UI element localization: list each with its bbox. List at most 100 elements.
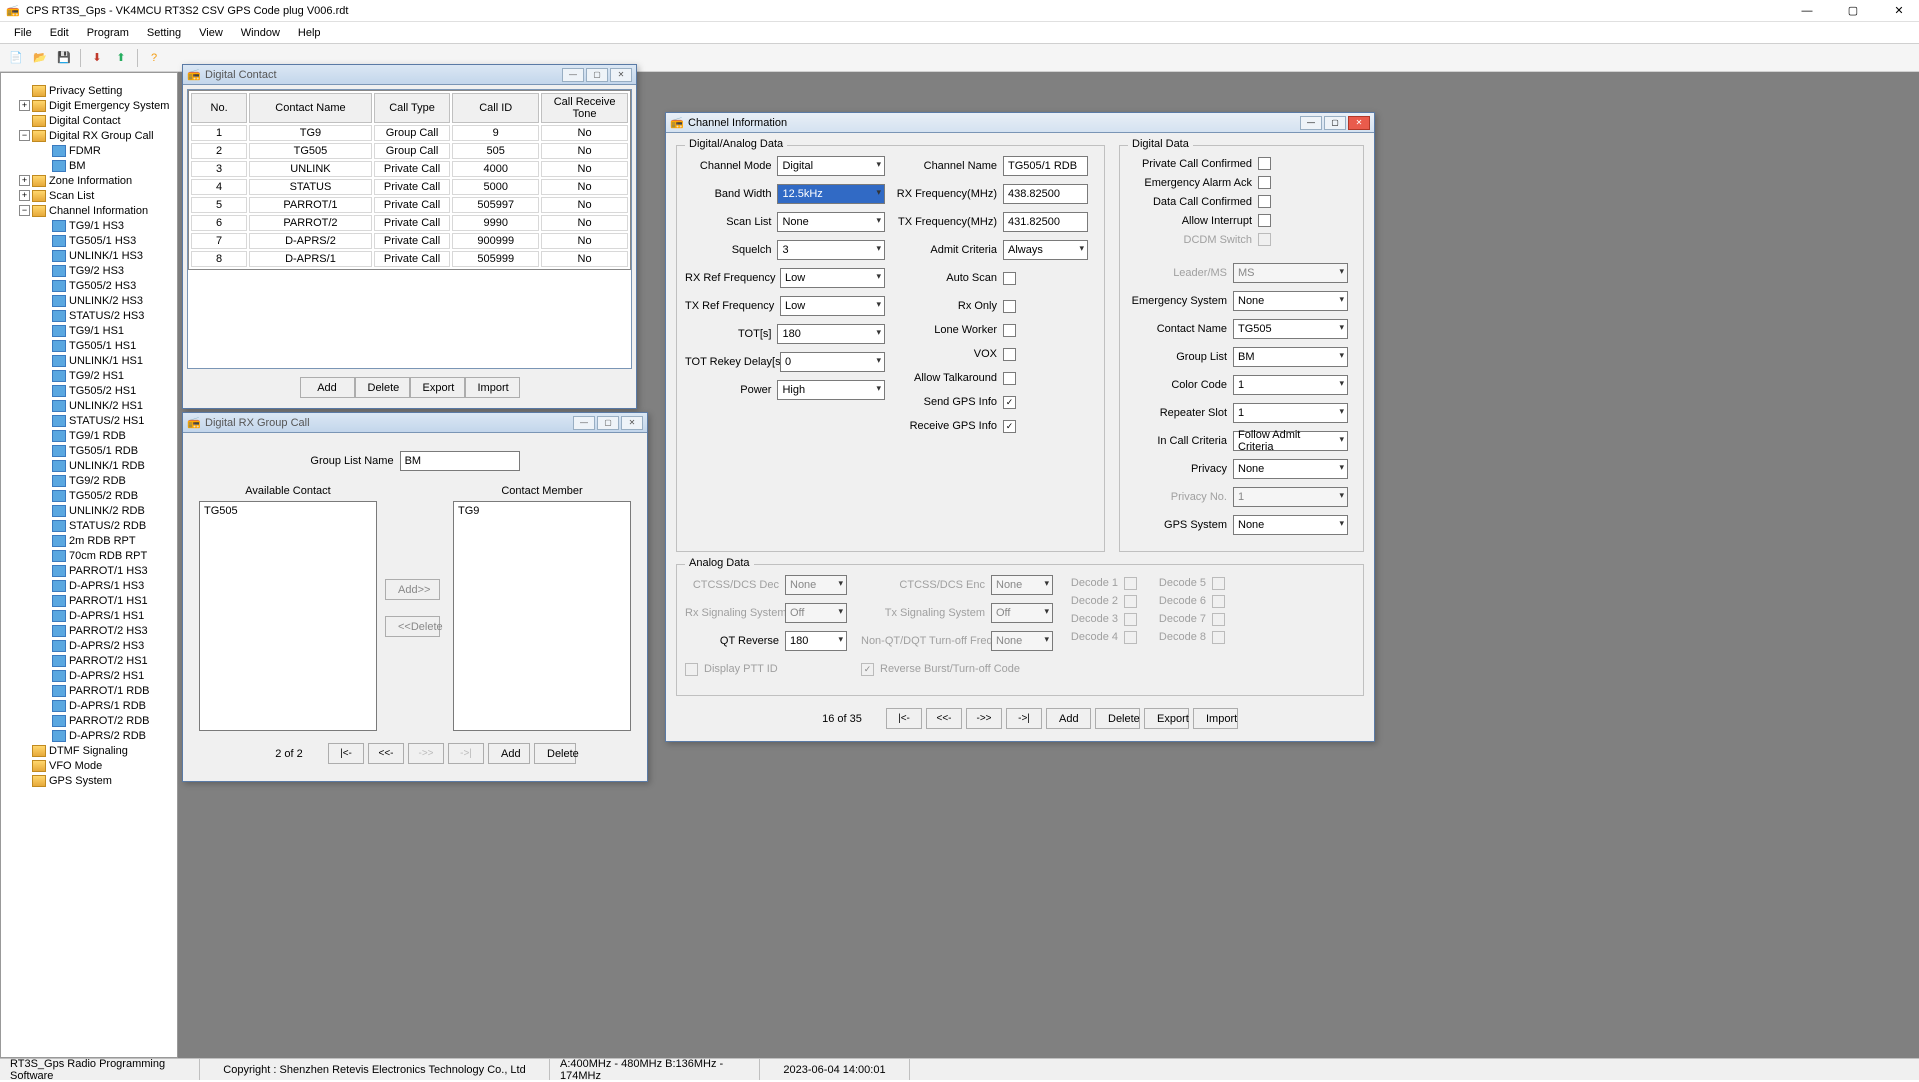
ci-maximize-button[interactable]: ▢ <box>1324 116 1346 130</box>
menu-edit[interactable]: Edit <box>42 25 77 41</box>
table-cell[interactable]: No <box>541 233 628 249</box>
ci-export-button[interactable]: Export <box>1144 708 1189 729</box>
table-row[interactable]: 6PARROT/2Private Call9990No <box>191 215 628 231</box>
table-row[interactable]: 5PARROT/1Private Call505997No <box>191 197 628 213</box>
available-contact-list[interactable]: TG505 <box>199 501 377 731</box>
menu-program[interactable]: Program <box>79 25 137 41</box>
tree-node[interactable]: UNLINK/1 HS3 <box>1 248 177 263</box>
menu-window[interactable]: Window <box>233 25 288 41</box>
tree-node[interactable]: +Scan List <box>1 188 177 203</box>
tree-node[interactable]: TG505/1 HS3 <box>1 233 177 248</box>
open-icon[interactable]: 📂 <box>30 48 50 68</box>
ci-nav-prev[interactable]: <<- <box>926 708 962 729</box>
tree-node[interactable]: D-APRS/1 HS1 <box>1 608 177 623</box>
tree-node[interactable]: UNLINK/2 RDB <box>1 503 177 518</box>
tree-node[interactable]: PARROT/1 HS3 <box>1 563 177 578</box>
table-cell[interactable]: 5000 <box>452 179 539 195</box>
dc-export-button[interactable]: Export <box>410 377 465 398</box>
rx-maximize-button[interactable]: ▢ <box>597 416 619 430</box>
rx-minimize-button[interactable]: — <box>573 416 595 430</box>
tree-node[interactable]: TG505/2 HS3 <box>1 278 177 293</box>
minimize-button[interactable]: — <box>1793 2 1821 20</box>
rx-nav-last[interactable]: ->| <box>448 743 484 764</box>
table-cell[interactable]: 900999 <box>452 233 539 249</box>
tree-node[interactable]: 70cm RDB RPT <box>1 548 177 563</box>
repeater-slot-select[interactable]: 1 <box>1233 403 1348 423</box>
table-cell[interactable]: Private Call <box>374 233 451 249</box>
list-item[interactable]: TG505 <box>202 504 374 518</box>
table-cell[interactable]: 2 <box>191 143 247 159</box>
tree-node[interactable]: Digital Contact <box>1 113 177 128</box>
rx-only-checkbox[interactable] <box>1003 300 1016 313</box>
rx-freq-input[interactable]: 438.82500 <box>1003 184 1088 204</box>
table-cell[interactable]: TG9 <box>249 125 372 141</box>
tree-node[interactable]: −Digital RX Group Call <box>1 128 177 143</box>
rx-delete-button[interactable]: Delete <box>534 743 576 764</box>
tree-node[interactable]: UNLINK/1 HS1 <box>1 353 177 368</box>
digital-contact-titlebar[interactable]: 📻 Digital Contact — ▢ ✕ <box>183 65 636 85</box>
lone-worker-checkbox[interactable] <box>1003 324 1016 337</box>
table-cell[interactable]: 9990 <box>452 215 539 231</box>
table-cell[interactable]: 8 <box>191 251 247 267</box>
menu-view[interactable]: View <box>191 25 231 41</box>
table-cell[interactable]: No <box>541 251 628 267</box>
table-row[interactable]: 3UNLINKPrivate Call4000No <box>191 161 628 177</box>
table-cell[interactable]: D-APRS/2 <box>249 233 372 249</box>
rx-nav-next[interactable]: ->> <box>408 743 444 764</box>
table-cell[interactable]: 505999 <box>452 251 539 267</box>
tree-node[interactable]: PARROT/1 RDB <box>1 683 177 698</box>
receive-gps-checkbox[interactable] <box>1003 420 1016 433</box>
tree-node[interactable]: TG505/2 RDB <box>1 488 177 503</box>
write-icon[interactable]: ⬆ <box>111 48 131 68</box>
tree-node[interactable]: TG9/1 HS1 <box>1 323 177 338</box>
table-cell[interactable]: No <box>541 197 628 213</box>
table-cell[interactable]: Private Call <box>374 197 451 213</box>
column-header[interactable]: Call Receive Tone <box>541 93 628 123</box>
table-cell[interactable]: 505997 <box>452 197 539 213</box>
allow-interrupt-checkbox[interactable] <box>1258 214 1271 227</box>
table-row[interactable]: 1TG9Group Call9No <box>191 125 628 141</box>
tx-freq-input[interactable]: 431.82500 <box>1003 212 1088 232</box>
table-row[interactable]: 8D-APRS/1Private Call505999No <box>191 251 628 267</box>
tree-expand-icon[interactable]: − <box>19 130 30 141</box>
table-cell[interactable]: UNLINK <box>249 161 372 177</box>
column-header[interactable]: Contact Name <box>249 93 372 123</box>
priv-call-conf-checkbox[interactable] <box>1258 157 1271 170</box>
table-cell[interactable]: 3 <box>191 161 247 177</box>
table-cell[interactable]: TG505 <box>249 143 372 159</box>
table-row[interactable]: 2TG505Group Call505No <box>191 143 628 159</box>
table-cell[interactable]: PARROT/1 <box>249 197 372 213</box>
tree-node[interactable]: TG505/1 HS1 <box>1 338 177 353</box>
tree-node[interactable]: STATUS/2 RDB <box>1 518 177 533</box>
tree-node[interactable]: TG9/2 RDB <box>1 473 177 488</box>
table-cell[interactable]: 505 <box>452 143 539 159</box>
tree-expand-icon[interactable]: − <box>19 205 30 216</box>
ci-add-button[interactable]: Add <box>1046 708 1091 729</box>
ci-nav-first[interactable]: |<- <box>886 708 922 729</box>
tree-node[interactable]: FDMR <box>1 143 177 158</box>
allow-talkaround-checkbox[interactable] <box>1003 372 1016 385</box>
contact-name-select[interactable]: TG505 <box>1233 319 1348 339</box>
ci-delete-button[interactable]: Delete <box>1095 708 1140 729</box>
maximize-button[interactable]: ▢ <box>1839 2 1867 20</box>
ci-nav-next[interactable]: ->> <box>966 708 1002 729</box>
dc-add-button[interactable]: Add <box>300 377 355 398</box>
dc-minimize-button[interactable]: — <box>562 68 584 82</box>
table-cell[interactable]: No <box>541 125 628 141</box>
contact-member-list[interactable]: TG9 <box>453 501 631 731</box>
rx-nav-first[interactable]: |<- <box>328 743 364 764</box>
tree-node[interactable]: UNLINK/2 HS3 <box>1 293 177 308</box>
help-icon[interactable]: ? <box>144 48 164 68</box>
emergency-ack-checkbox[interactable] <box>1258 176 1271 189</box>
tree-node[interactable]: PARROT/1 HS1 <box>1 593 177 608</box>
tree-node[interactable]: PARROT/2 RDB <box>1 713 177 728</box>
column-header[interactable]: Call Type <box>374 93 451 123</box>
column-header[interactable]: No. <box>191 93 247 123</box>
tx-ref-select[interactable]: Low <box>780 296 885 316</box>
list-item[interactable]: TG9 <box>456 504 628 518</box>
dc-maximize-button[interactable]: ▢ <box>586 68 608 82</box>
color-code-select[interactable]: 1 <box>1233 375 1348 395</box>
table-cell[interactable]: 5 <box>191 197 247 213</box>
tree-node[interactable]: +Digit Emergency System <box>1 98 177 113</box>
add-member-button[interactable]: Add>> <box>385 579 440 600</box>
